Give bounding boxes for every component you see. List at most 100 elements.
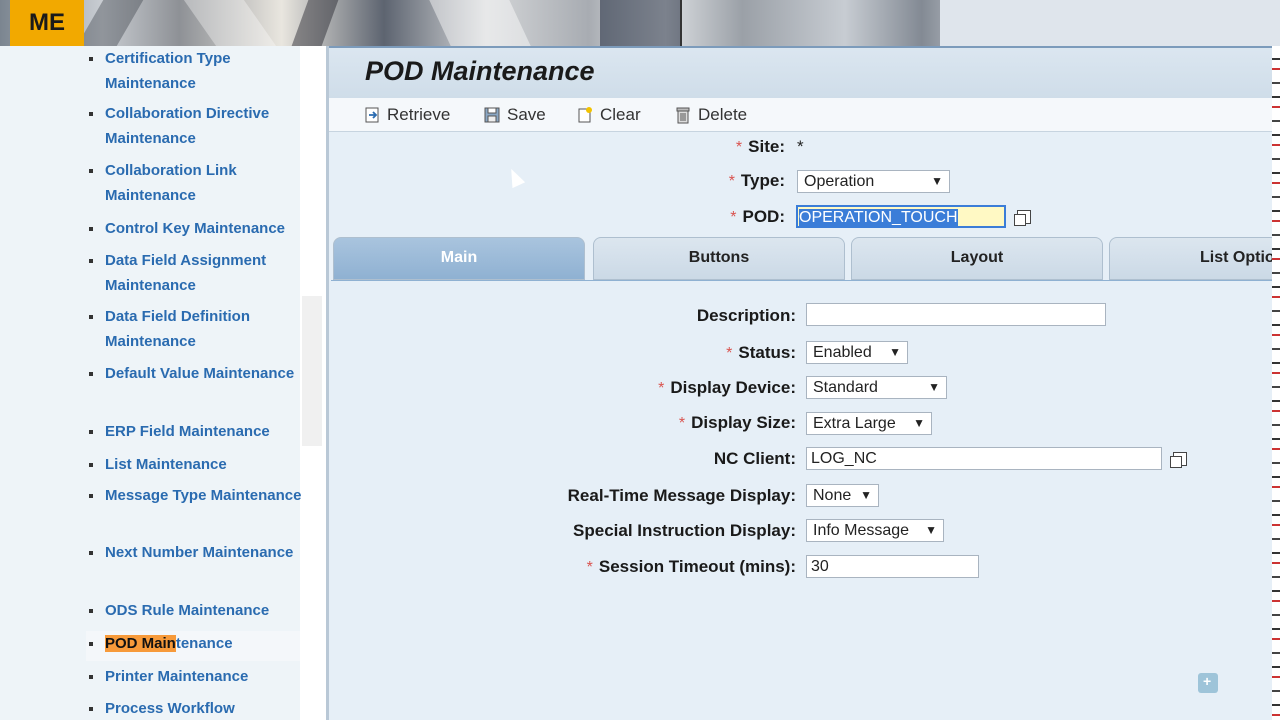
sidebar-item-label: Data Field Assignment Maintenance — [105, 252, 267, 294]
pod-label-text: POD: — [742, 207, 786, 226]
delete-icon — [676, 107, 690, 124]
sidebar-item-certification-type[interactable]: Certification Type Maintenance — [86, 46, 300, 96]
delete-button[interactable]: Delete — [674, 103, 747, 127]
tab-panel-main: Description: * Status: Enabled ▼ * Display… — [331, 280, 1280, 720]
sidebar-item-default-value[interactable]: Default Value Maintenance — [86, 361, 300, 411]
required-marker: * — [658, 380, 665, 397]
sidebar-item-erp-field[interactable]: ERP Field Maintenance — [86, 419, 300, 444]
status-select[interactable]: Enabled ▼ — [806, 341, 908, 364]
tab-layout[interactable]: Layout — [851, 237, 1103, 280]
nc-client-input[interactable]: LOG_NC — [806, 447, 1162, 470]
retrieve-button[interactable]: Retrieve — [363, 103, 450, 127]
bullet-icon — [89, 609, 93, 613]
main-content: POD Maintenance Retrieve Save Clear Dele… — [329, 46, 1280, 720]
display-device-value: Standard — [813, 379, 878, 396]
sidebar-nav: Certification Type Maintenance Collabora… — [0, 46, 326, 720]
save-button[interactable]: Save — [483, 103, 546, 127]
type-label: * Type: — [669, 170, 785, 193]
sidebar-item-label: Collaboration Link Maintenance — [105, 162, 237, 204]
sidebar-item-label: Certification Type Maintenance — [105, 50, 231, 92]
bullet-icon — [89, 372, 93, 376]
zoom-icon[interactable] — [1198, 673, 1218, 693]
display-device-label-text: Display Device: — [670, 378, 796, 397]
pod-browse-icon[interactable] — [1014, 210, 1031, 226]
sidebar-item-process-workflow[interactable]: Process Workflow — [86, 696, 300, 720]
sidebar-item-label: Process Workflow — [105, 700, 235, 717]
sidebar-item-control-key[interactable]: Control Key Maintenance — [86, 216, 300, 241]
chevron-down-icon: ▼ — [925, 523, 937, 537]
bullet-icon — [89, 675, 93, 679]
special-instruction-select[interactable]: Info Message ▼ — [806, 519, 944, 542]
required-marker: * — [586, 559, 593, 576]
status-label: * Status: — [511, 342, 796, 365]
chevron-down-icon: ▼ — [913, 416, 925, 430]
nc-client-label: NC Client: — [713, 449, 796, 468]
description-input[interactable] — [806, 303, 1106, 326]
delete-label: Delete — [698, 105, 748, 124]
sidebar-item-label: List Maintenance — [105, 456, 227, 473]
sidebar-item-label: ODS Rule Maintenance — [105, 602, 270, 619]
sidebar-item-label: Default Value Maintenance — [105, 365, 295, 382]
session-timeout-input[interactable]: 30 — [806, 555, 979, 578]
pod-label: * POD: — [669, 206, 785, 229]
bullet-icon — [89, 642, 93, 646]
bullet-icon — [89, 169, 93, 173]
retrieve-icon — [365, 107, 379, 123]
save-icon — [484, 107, 500, 123]
sidebar-item-message-type[interactable]: Message Type Maintenance — [86, 483, 301, 533]
retrieve-label: Retrieve — [387, 105, 451, 124]
chevron-down-icon: ▼ — [889, 345, 901, 359]
sidebar-item-data-field-definition[interactable]: Data Field Definition Maintenance — [86, 304, 300, 354]
toolbar: Retrieve Save Clear Delete — [329, 98, 1280, 132]
sidebar-item-label: Next Number Maintenance — [105, 544, 294, 561]
bullet-icon — [89, 430, 93, 434]
required-marker: * — [735, 139, 743, 156]
display-device-label: * Display Device: — [511, 377, 796, 400]
sidebar-item-label: Message Type Maintenance — [105, 487, 302, 504]
display-size-label: * Display Size: — [511, 412, 796, 435]
sidebar-item-list[interactable]: List Maintenance — [86, 452, 300, 477]
display-device-select[interactable]: Standard ▼ — [806, 376, 947, 399]
tab-main[interactable]: Main — [333, 237, 585, 280]
sidebar-item-label: ERP Field Maintenance — [105, 423, 270, 440]
sidebar-item-pod-maintenance[interactable]: POD Maintenance — [86, 631, 300, 661]
bullet-icon — [89, 551, 93, 555]
required-marker: * — [730, 209, 737, 226]
top-banner: ME — [0, 0, 1280, 46]
nc-client-browse-icon[interactable] — [1170, 452, 1187, 468]
bullet-icon — [89, 494, 93, 498]
sidebar-item-label: Collaboration Directive Maintenance — [105, 105, 270, 147]
clear-icon — [578, 107, 592, 123]
clear-label: Clear — [600, 105, 641, 124]
status-select-value: Enabled — [813, 344, 872, 361]
sidebar-item-data-field-assignment[interactable]: Data Field Assignment Maintenance — [86, 248, 300, 298]
sidebar-item-printer[interactable]: Printer Maintenance — [86, 664, 300, 689]
site-value: * — [797, 137, 804, 156]
pod-input[interactable]: OPERATION_TOUCH — [796, 205, 1006, 228]
type-select[interactable]: Operation ▼ — [797, 170, 950, 193]
sidebar-item-label: Printer Maintenance — [105, 668, 249, 685]
display-size-select[interactable]: Extra Large ▼ — [806, 412, 932, 435]
sidebar-item-ods-rule[interactable]: ODS Rule Maintenance — [86, 598, 300, 623]
bullet-icon — [89, 57, 93, 61]
tab-buttons[interactable]: Buttons — [593, 237, 845, 280]
session-timeout-label-text: Session Timeout (mins): — [598, 557, 796, 576]
tab-list-options[interactable]: List Optio — [1109, 237, 1280, 280]
sidebar-item-next-number[interactable]: Next Number Maintenance — [86, 540, 300, 590]
sidebar-item-collaboration-link[interactable]: Collaboration Link Maintenance — [86, 158, 300, 208]
session-timeout-label: * Session Timeout (mins): — [511, 556, 796, 579]
rt-message-display-select[interactable]: None ▼ — [806, 484, 879, 507]
bullet-icon — [89, 315, 93, 319]
sidebar-item-collaboration-directive[interactable]: Collaboration Directive Maintenance — [86, 101, 300, 151]
display-size-label-text: Display Size: — [691, 413, 796, 432]
chevron-down-icon: ▼ — [860, 488, 872, 502]
save-label: Save — [507, 105, 546, 124]
window-edge — [1272, 46, 1280, 720]
me-logo[interactable]: ME — [10, 0, 84, 46]
chevron-down-icon: ▼ — [931, 174, 943, 188]
sidebar-scrollbar[interactable] — [302, 296, 322, 446]
clear-button[interactable]: Clear — [576, 103, 641, 127]
special-instruction-label: Special Instruction Display: — [573, 521, 796, 540]
type-select-value: Operation — [804, 173, 875, 190]
sidebar-item-label-rest: tenance — [175, 635, 233, 652]
